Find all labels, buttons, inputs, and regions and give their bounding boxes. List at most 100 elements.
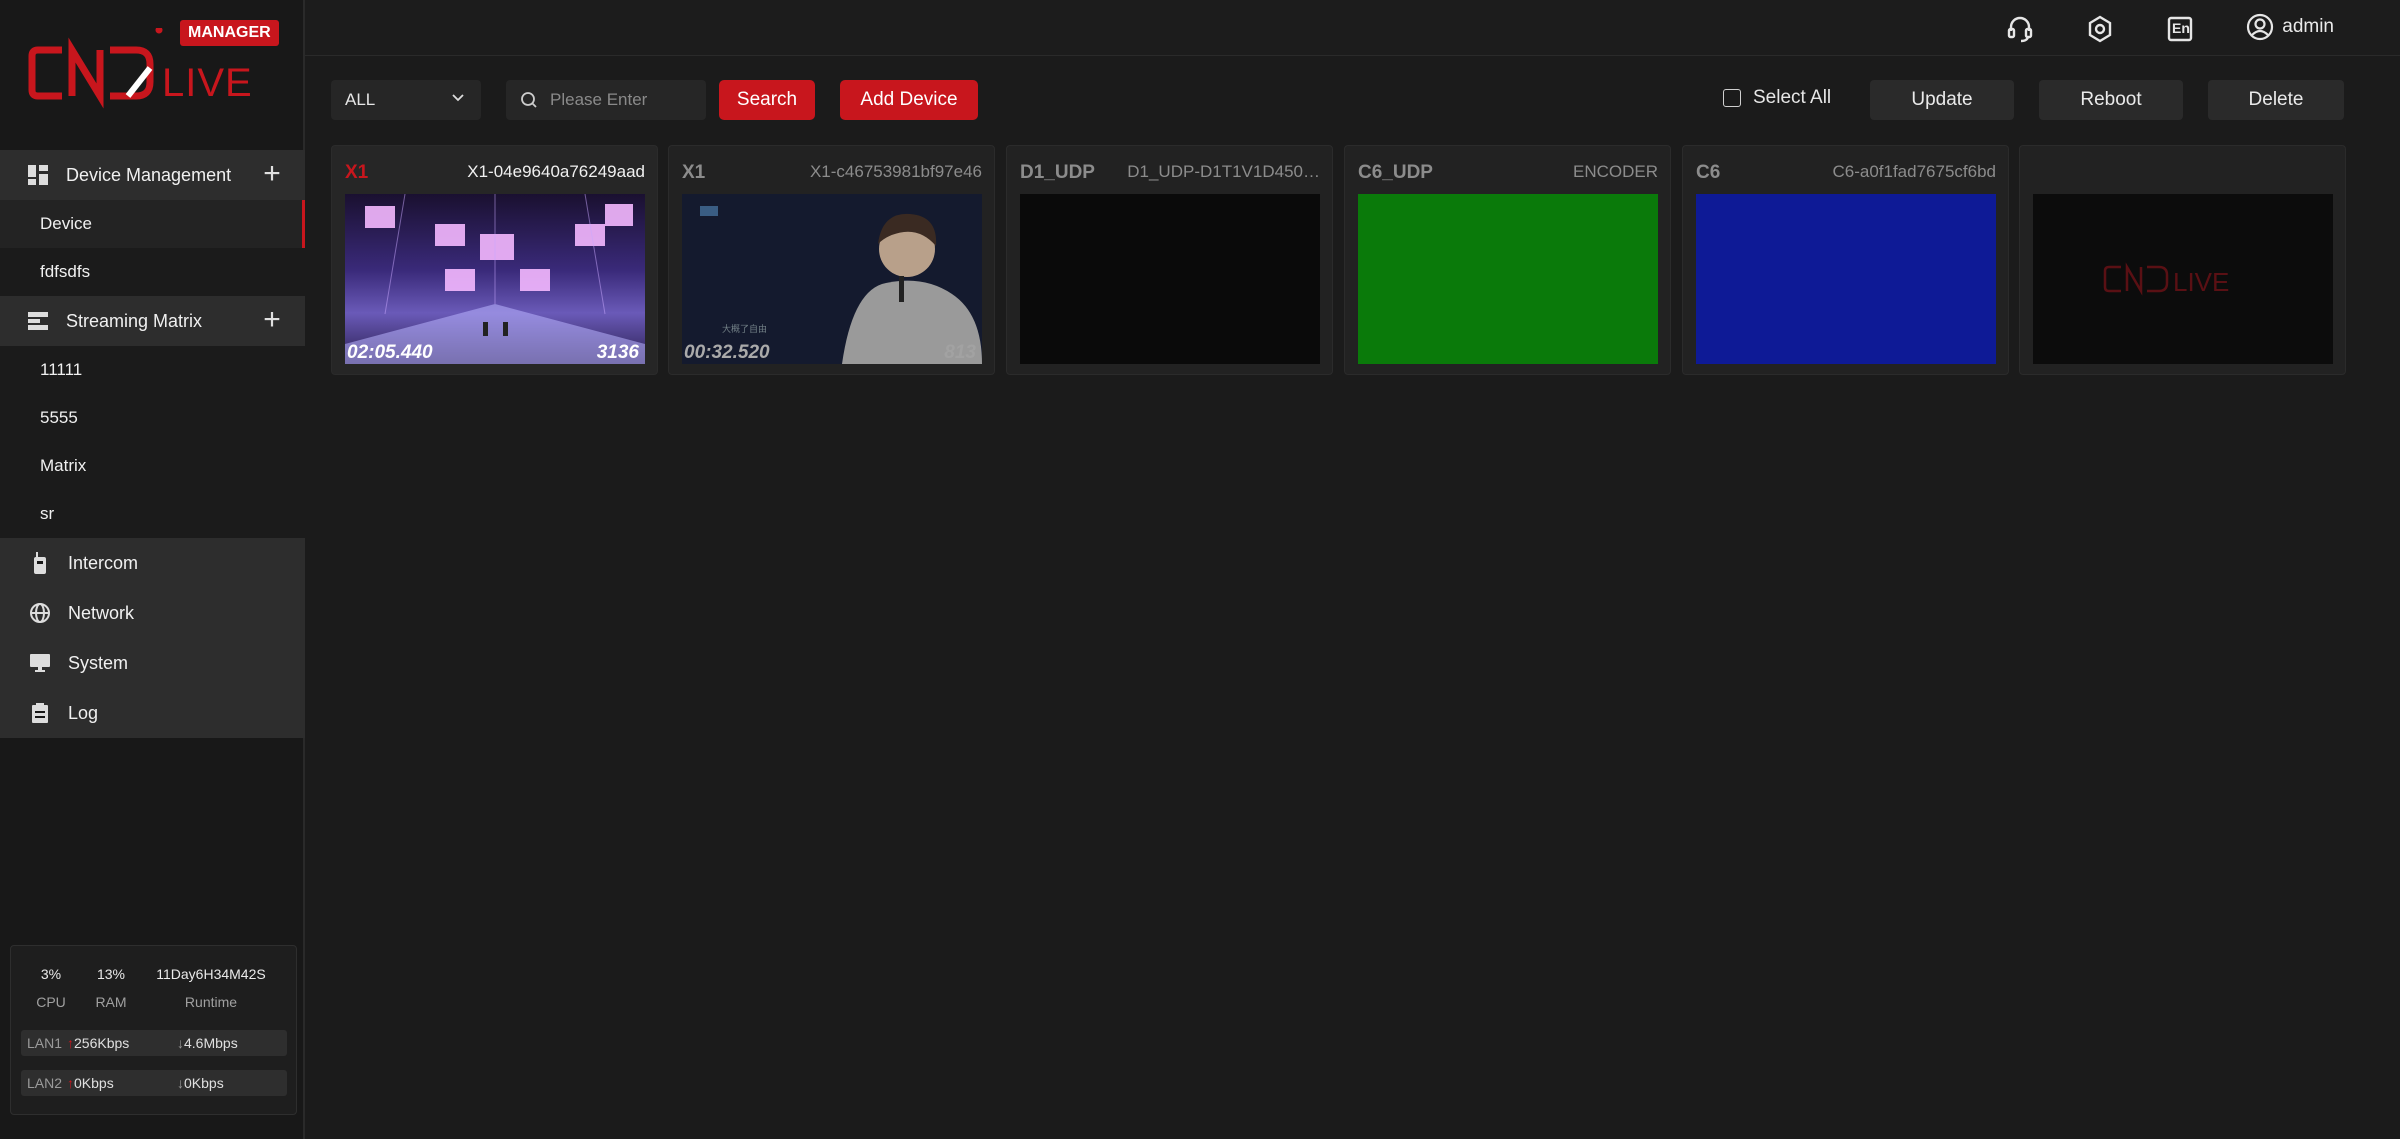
sidebar-group-device-management[interactable]: Device Management +: [0, 150, 305, 200]
update-button[interactable]: Update: [1870, 80, 2014, 120]
monitor-icon: [28, 651, 52, 675]
lan-download-value: 0Kbps: [184, 1075, 224, 1091]
add-group-icon[interactable]: +: [259, 305, 285, 335]
device-name: D1_UDP: [1020, 162, 1095, 183]
sidebar-item-fdfsdfs[interactable]: fdfsdfs: [0, 248, 305, 296]
lan-download-value: 4.6Mbps: [184, 1035, 238, 1051]
user-avatar-icon: [2246, 13, 2274, 41]
frame-count: 3136: [596, 342, 639, 363]
video-preview[interactable]: [1358, 194, 1658, 364]
video-preview[interactable]: [1020, 194, 1320, 364]
topbar: En admin: [305, 0, 2400, 56]
search-button[interactable]: Search: [719, 80, 815, 120]
sidebar-item-device[interactable]: Device: [0, 200, 305, 248]
device-id: ENCODER: [1572, 162, 1658, 181]
sidebar-item-label: System: [68, 652, 129, 673]
lan-upload: ↑0Kbps: [67, 1075, 177, 1091]
settings-icon[interactable]: [2085, 14, 2115, 44]
device-name: C6: [1696, 162, 1721, 183]
sidebar-group-streaming-matrix[interactable]: Streaming Matrix +: [0, 296, 305, 346]
stage-scene-image: [345, 194, 645, 364]
video-preview[interactable]: [1696, 194, 1996, 364]
sidebar-item-intercom[interactable]: Intercom: [0, 538, 305, 588]
ram-label: RAM: [95, 994, 127, 1010]
add-group-icon[interactable]: +: [259, 159, 285, 189]
video-preview[interactable]: 02:05.440 3136: [345, 194, 645, 364]
filter-value: ALL: [345, 90, 376, 109]
checkbox-icon: [1723, 89, 1741, 107]
headset-icon[interactable]: [2005, 14, 2035, 44]
ram-stat: 13% RAM: [91, 966, 131, 1010]
runtime-label: Runtime: [184, 994, 238, 1010]
cpu-stat: 3% CPU: [11, 966, 91, 1010]
sidebar-group-label: Streaming Matrix: [66, 310, 203, 331]
clipboard-icon: [28, 701, 52, 725]
reboot-button[interactable]: Reboot: [2039, 80, 2183, 120]
device-card[interactable]: X1 X1-c46753981bf97e46 大概了自由 00:32.520 8…: [668, 145, 995, 375]
lan-upload-value: 0Kbps: [74, 1075, 114, 1091]
device-id: D1_UDP-D1T1V1D450…: [1127, 162, 1320, 181]
arrow-up-icon: ↑: [67, 1075, 74, 1091]
playback-time: 00:32.520: [684, 342, 770, 363]
lan-name: LAN1: [27, 1035, 63, 1051]
svg-text:LIVE: LIVE: [2173, 267, 2229, 297]
svg-text:大概了自由: 大概了自由: [722, 323, 767, 335]
lan1-row: LAN1 ↑256Kbps ↓4.6Mbps: [21, 1030, 287, 1056]
sidebar-item-11111[interactable]: 11111: [0, 346, 305, 394]
device-id: X1-04e9640a76249aad: [467, 162, 645, 181]
playback-time: 02:05.440: [347, 342, 433, 363]
chevron-down-icon: [452, 94, 464, 102]
cndlive-logo-icon: LIVE: [2103, 262, 2229, 297]
select-all-checkbox[interactable]: Select All: [1723, 87, 1831, 109]
lan-upload-value: 256Kbps: [74, 1035, 130, 1051]
delete-button[interactable]: Delete: [2208, 80, 2344, 120]
add-device-button[interactable]: Add Device: [840, 80, 978, 120]
cndlive-logo-icon: LIVE: [28, 28, 253, 109]
device-card[interactable]: D1_UDP D1_UDP-D1T1V1D450…: [1006, 145, 1333, 375]
arrow-down-icon: ↓: [177, 1035, 184, 1051]
arrow-down-icon: ↓: [177, 1075, 184, 1091]
sidebar-item-system[interactable]: System: [0, 638, 305, 688]
video-preview[interactable]: 大概了自由 00:32.520 813: [682, 194, 982, 364]
sidebar-item-label: Intercom: [68, 552, 139, 573]
device-card[interactable]: C6_UDP ENCODER: [1344, 145, 1671, 375]
singer-scene-image: 大概了自由: [682, 194, 982, 364]
sidebar-item-label: Network: [68, 602, 135, 623]
arrow-up-icon: ↑: [67, 1035, 74, 1051]
dashboard-icon: [26, 163, 50, 187]
sidebar-item-matrix[interactable]: Matrix: [0, 442, 305, 490]
runtime-stat: 11Day6H34M42S Runtime: [131, 966, 291, 1010]
sidebar-item-sr[interactable]: sr: [0, 490, 305, 538]
device-card[interactable]: X1 X1-04e9640a76249aad 02:05.440 3136: [331, 145, 658, 375]
search-input[interactable]: [550, 90, 700, 110]
runtime-value: 11Day6H34M42S: [156, 966, 266, 982]
stats-row: 3% CPU 13% RAM 11Day6H34M42S Runtime: [11, 966, 296, 1010]
sidebar-item-log[interactable]: Log: [0, 688, 305, 738]
walkie-talkie-icon: [28, 551, 52, 575]
cpu-label: CPU: [36, 994, 66, 1010]
brand-logo: MANAGER LIVE: [28, 20, 279, 110]
search-box: [506, 80, 706, 120]
username: admin: [2282, 16, 2334, 37]
device-card-empty[interactable]: LIVE: [2019, 145, 2346, 375]
user-menu[interactable]: admin: [2246, 13, 2334, 41]
app-root: MANAGER LIVE Device Management + Device …: [0, 0, 2400, 1139]
select-all-label: Select All: [1753, 87, 1832, 108]
lan-upload: ↑256Kbps: [67, 1035, 177, 1051]
sidebar-item-5555[interactable]: 5555: [0, 394, 305, 442]
svg-text:LIVE: LIVE: [162, 61, 253, 105]
lan-download: ↓4.6Mbps: [177, 1035, 238, 1051]
sidebar-item-network[interactable]: Network: [0, 588, 305, 638]
cpu-value: 3%: [40, 966, 62, 982]
ram-value: 13%: [96, 966, 126, 982]
device-name: C6_UDP: [1358, 162, 1433, 183]
lan2-row: LAN2 ↑0Kbps ↓0Kbps: [21, 1070, 287, 1096]
device-filter-select[interactable]: ALL: [331, 80, 481, 120]
video-preview[interactable]: LIVE: [2033, 194, 2333, 364]
device-name: X1: [345, 162, 369, 183]
matrix-icon: [26, 309, 50, 333]
device-card[interactable]: C6 C6-a0f1fad7675cf6bd: [1682, 145, 2009, 375]
language-label: En: [2172, 20, 2190, 36]
language-icon[interactable]: En: [2165, 14, 2195, 44]
frame-count: 813: [944, 342, 976, 363]
